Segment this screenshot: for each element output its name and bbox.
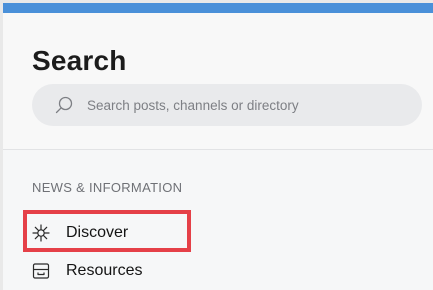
sidebar-item-resources[interactable]: Resources (32, 257, 142, 285)
search-placeholder: Search posts, channels or directory (87, 97, 299, 113)
page-title: Search (32, 45, 127, 76)
sidebar-panel: Search Search posts, channels or directo… (3, 3, 433, 290)
sidebar-item-label: Resources (66, 262, 143, 279)
highlight-box (23, 210, 191, 252)
search-header (3, 13, 433, 149)
section-heading-news: NEWS & INFORMATION (32, 180, 183, 195)
resources-icon (32, 262, 50, 280)
header-divider (3, 149, 433, 150)
search-icon (55, 96, 73, 114)
search-input[interactable]: Search posts, channels or directory (32, 84, 422, 126)
top-accent-bar (3, 3, 433, 13)
